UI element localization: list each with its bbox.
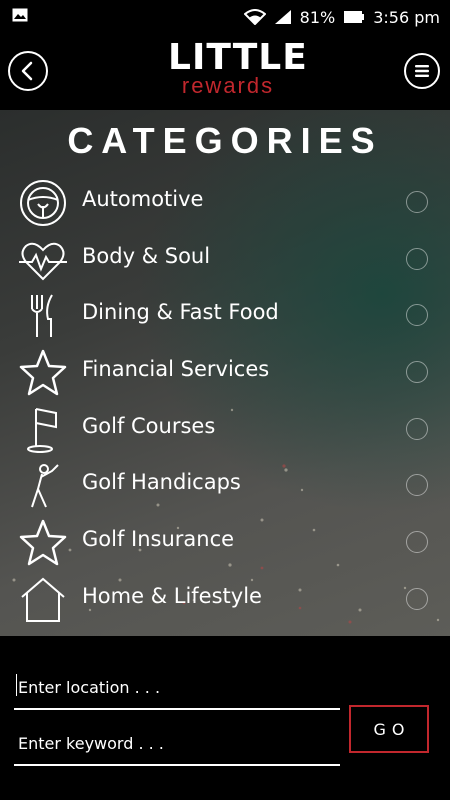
chevron-left-icon xyxy=(21,61,33,81)
category-label: Dining & Fast Food xyxy=(82,300,279,325)
fork-knife-icon xyxy=(31,294,53,338)
app-header: LITTLE rewards xyxy=(0,34,450,110)
category-item-golf-handicaps[interactable]: Golf Handicaps xyxy=(0,457,450,514)
logo-title: LITTLE xyxy=(168,37,308,78)
category-label: Golf Handicaps xyxy=(82,470,241,495)
keyword-field[interactable] xyxy=(14,722,340,766)
signal-icon xyxy=(274,10,291,24)
category-radio[interactable] xyxy=(406,191,428,213)
star-icon xyxy=(19,349,67,396)
category-radio[interactable] xyxy=(406,474,428,497)
golfer-icon xyxy=(31,464,59,508)
back-button[interactable] xyxy=(8,51,48,91)
category-item-automotive[interactable]: Automotive xyxy=(0,174,450,231)
menu-button[interactable] xyxy=(404,53,440,89)
hamburger-icon xyxy=(415,65,429,77)
keyword-input[interactable] xyxy=(14,722,340,764)
category-radio[interactable] xyxy=(406,361,428,384)
category-radio[interactable] xyxy=(406,531,428,554)
battery-percent: 81% xyxy=(299,7,336,27)
category-item-body-soul[interactable]: Body & Soul xyxy=(0,231,450,288)
location-field[interactable] xyxy=(14,666,340,710)
category-label: Golf Insurance xyxy=(82,527,235,552)
category-item-golf-courses[interactable]: Golf Courses xyxy=(0,401,450,458)
categories-panel[interactable]: CATEGORIES Automotive Body & Soul Dining… xyxy=(0,110,450,636)
category-label: Home & Lifestyle xyxy=(82,583,262,608)
gallery-icon xyxy=(12,8,28,22)
category-radio[interactable] xyxy=(406,247,428,270)
go-button[interactable]: GO xyxy=(349,705,429,753)
heartbeat-icon xyxy=(19,242,67,281)
wifi-icon xyxy=(243,9,266,25)
golf-flag-icon xyxy=(27,407,57,453)
battery-icon xyxy=(344,11,365,23)
location-input[interactable] xyxy=(14,666,340,708)
page-title: CATEGORIES xyxy=(67,120,383,161)
category-item-home-lifestyle[interactable]: Home & Lifestyle xyxy=(0,571,450,628)
category-item-dining[interactable]: Dining & Fast Food xyxy=(0,287,450,344)
category-item-golf-insurance[interactable]: Golf Insurance xyxy=(0,514,450,571)
clock: 3:56 pm xyxy=(373,7,440,27)
category-label: Financial Services xyxy=(82,357,270,382)
search-panel: GO xyxy=(0,636,450,800)
category-label: Body & Soul xyxy=(82,243,211,268)
category-item-financial[interactable]: Financial Services xyxy=(0,344,450,401)
category-label: Automotive xyxy=(82,187,204,211)
app-logo: LITTLE rewards xyxy=(168,37,308,102)
category-list: Automotive Body & Soul Dining & Fast Foo… xyxy=(0,174,450,628)
house-icon xyxy=(21,577,65,622)
category-radio[interactable] xyxy=(406,587,428,610)
steering-wheel-icon xyxy=(20,180,66,226)
category-radio[interactable] xyxy=(406,304,428,327)
category-label: Golf Courses xyxy=(82,413,216,438)
category-radio[interactable] xyxy=(406,417,428,440)
status-bar: 81% 3:56 pm xyxy=(0,0,450,34)
text-cursor xyxy=(16,674,17,696)
logo-subtitle: rewards xyxy=(181,73,275,98)
star-icon xyxy=(19,519,67,566)
